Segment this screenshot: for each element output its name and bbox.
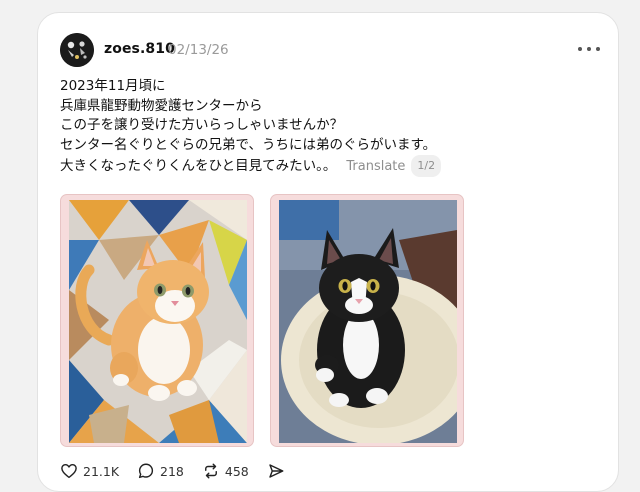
like-count: 21.1K: [83, 463, 120, 479]
comment-icon: [138, 463, 154, 479]
repost-count: 458: [224, 463, 249, 479]
repost-icon: [204, 463, 217, 479]
post-text-line: 大きくなったぐりくんをひと目見てみたい。。: [60, 158, 337, 175]
avatar[interactable]: [60, 33, 94, 67]
avatar-icon: [60, 33, 94, 67]
post-text-line: センター名ぐりとぐらの兄弟で、うちには弟のぐらがいます。: [60, 136, 437, 153]
post-actions: 21.1K 218 458: [60, 460, 303, 482]
post-text-line: 2023年11月頃に: [60, 78, 166, 94]
translation-pager: 1/2: [411, 155, 442, 177]
share-icon: [269, 464, 284, 478]
more-options-icon: [578, 47, 582, 51]
share-button[interactable]: [267, 462, 285, 480]
orange-white-kitten-photo: [69, 200, 247, 443]
post-text-line-last: 大きくなったぐりくんをひと目見てみたい。。 Translate 1/2: [60, 155, 600, 177]
black-white-kitten-photo: [279, 200, 457, 443]
more-options-button[interactable]: [578, 39, 600, 59]
repost-button[interactable]: 458: [202, 462, 249, 480]
post-image-1[interactable]: [60, 194, 254, 447]
reply-count: 218: [160, 463, 184, 479]
post-date[interactable]: 02/13/26: [168, 42, 229, 58]
username[interactable]: zoes.810: [104, 41, 175, 57]
post-text-line: この子を譲り受けた方いらっしゃいませんか？: [60, 117, 344, 134]
reply-button[interactable]: 218: [137, 462, 184, 480]
post-image-2[interactable]: [270, 194, 464, 447]
like-button[interactable]: 21.1K: [60, 462, 119, 480]
heart-icon: [61, 463, 77, 479]
post-card[interactable]: zoes.810 02/13/26 2023年11月頃に 兵庫県龍野動物愛護セン…: [37, 12, 619, 492]
post-text: 2023年11月頃に 兵庫県龍野動物愛護センターから この子を譲り受けた方いらっ…: [60, 77, 600, 177]
translate-link[interactable]: Translate: [346, 159, 405, 174]
post-text-line: 兵庫県龍野動物愛護センターから: [60, 97, 263, 114]
